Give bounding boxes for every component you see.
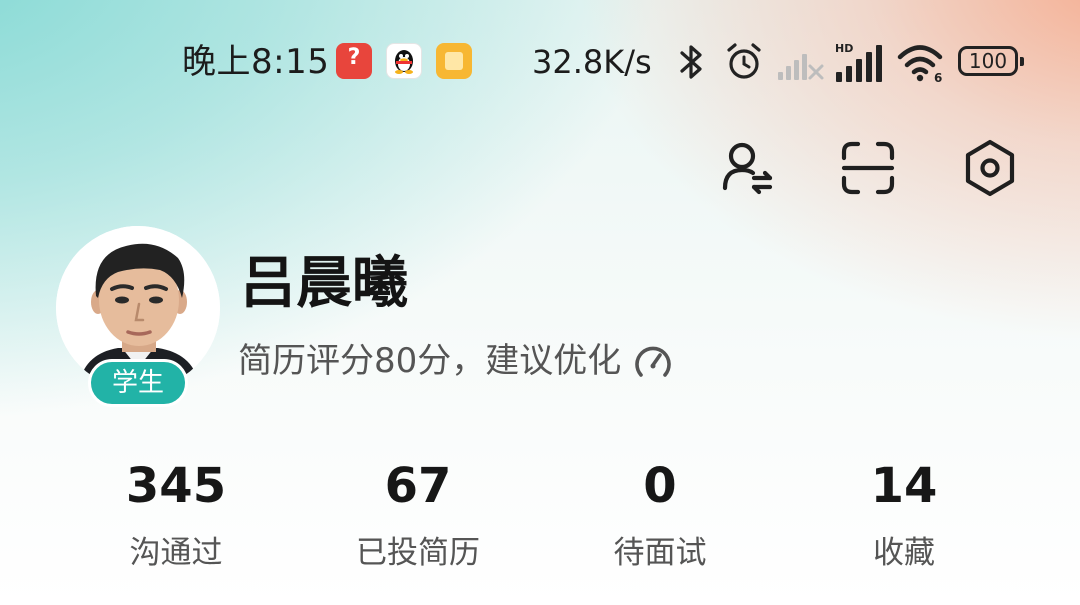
wifi-label: 6 xyxy=(934,71,942,84)
help-app-icon xyxy=(336,43,372,79)
status-time: 晚上8:15 xyxy=(182,42,330,82)
stat-value: 345 xyxy=(125,458,227,514)
wifi-icon: 6 xyxy=(897,45,942,84)
switch-account-icon xyxy=(722,142,773,195)
gauge-icon xyxy=(635,346,672,377)
resume-score-text: 简历评分80分，建议优化 xyxy=(238,341,622,381)
switch-account-button[interactable] xyxy=(716,136,780,200)
settings-button[interactable] xyxy=(958,136,1022,200)
stat-favorites[interactable]: 14 收藏 xyxy=(804,454,1004,574)
stat-interviews[interactable]: 0 待面试 xyxy=(560,454,760,574)
bluetooth-icon xyxy=(680,45,702,79)
stat-value: 0 xyxy=(643,458,677,514)
stat-applied[interactable]: 67 已投简历 xyxy=(318,454,518,574)
settings-icon xyxy=(965,139,1015,197)
qq-icon xyxy=(386,43,422,79)
stat-label: 已投简历 xyxy=(356,535,480,571)
battery-level: 100 xyxy=(968,49,1008,73)
notes-app-icon xyxy=(436,43,472,79)
resume-score-link[interactable]: 简历评分80分，建议优化 xyxy=(238,336,675,386)
scan-button[interactable] xyxy=(836,136,900,200)
status-bar: 晚上8:15 32.8K/s HD xyxy=(0,32,1080,92)
scan-icon xyxy=(841,141,895,195)
stat-label: 收藏 xyxy=(873,535,935,571)
signal-label: HD xyxy=(835,42,853,55)
stat-label: 沟通过 xyxy=(129,535,223,571)
stat-value: 14 xyxy=(870,458,938,514)
battery-icon: 100 xyxy=(958,46,1024,76)
stat-label: 待面试 xyxy=(613,535,707,571)
user-name[interactable]: 吕晨曦 xyxy=(240,248,408,320)
role-badge: 学生 xyxy=(88,359,188,407)
signal-off-icon xyxy=(778,54,824,80)
stat-value: 67 xyxy=(384,458,452,514)
stat-communicated[interactable]: 345 沟通过 xyxy=(76,454,276,574)
alarm-icon xyxy=(727,43,761,79)
signal-icon: HD xyxy=(835,42,882,82)
network-speed: 32.8K/s xyxy=(532,43,652,81)
